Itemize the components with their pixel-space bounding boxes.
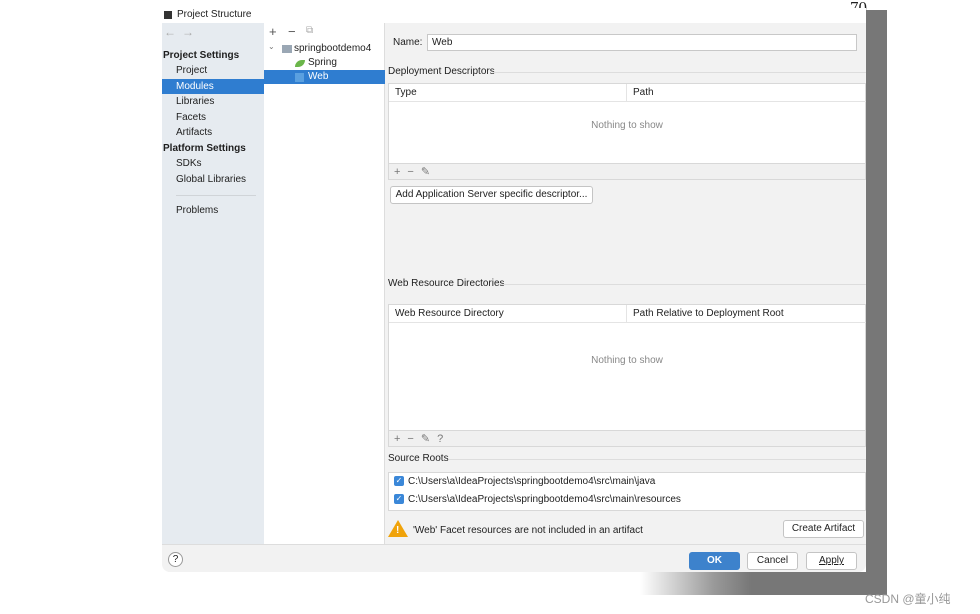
spring-leaf-icon [295, 60, 305, 67]
back-button[interactable]: ← [164, 25, 176, 39]
project-structure-dialog: Project Structure ← → Project Settings P… [162, 8, 866, 572]
web-icon [295, 73, 304, 82]
divider [493, 72, 866, 73]
web-resource-toolbar[interactable]: +−✎? [388, 431, 866, 447]
web-resource-directories-heading: Web Resource Directories [388, 278, 505, 289]
checkbox-checked-icon[interactable]: ✓ [394, 494, 404, 505]
help-button[interactable]: ? [168, 552, 183, 567]
module-tree: + − ⧉ ⌄ springbootdemo4 Spring Web [264, 23, 385, 544]
forward-button[interactable]: → [182, 25, 194, 39]
sidebar-item-problems[interactable]: Problems [176, 203, 264, 218]
sidebar-item-sdks[interactable]: SDKs [176, 156, 264, 171]
watermark: CSDN @童小纯 [865, 592, 951, 606]
source-root-item[interactable]: ✓ C:\Users\a\IdeaProjects\springbootdemo4… [394, 476, 655, 487]
facet-editor: Name: Web Deployment Descriptors Type Pa… [385, 23, 866, 544]
window-title: Project Structure [177, 9, 252, 20]
divider [501, 284, 866, 285]
sidebar-item-artifacts[interactable]: Artifacts [176, 125, 264, 140]
copy-icon[interactable]: ⧉ [306, 25, 313, 36]
deployment-descriptors-table: Type Path Nothing to show [388, 83, 866, 164]
ok-button[interactable]: OK [689, 552, 740, 570]
sidebar-item-global-libraries[interactable]: Global Libraries [176, 172, 264, 187]
divider [176, 195, 256, 196]
deployment-toolbar[interactable]: +−✎ [388, 164, 866, 180]
add-icon[interactable]: + [269, 24, 277, 39]
app-icon [164, 11, 172, 19]
name-label: Name: [393, 37, 423, 48]
name-input[interactable]: Web [427, 34, 857, 51]
platform-settings-heading: Platform Settings [163, 143, 246, 154]
column-path-relative[interactable]: Path Relative to Deployment Root [627, 305, 866, 323]
tree-item-label: Web [308, 71, 329, 82]
source-roots-list: ✓ C:\Users\a\IdeaProjects\springbootdemo4… [388, 472, 866, 511]
sidebar-item-modules[interactable]: Modules [162, 79, 264, 94]
tree-item-web[interactable]: Web [264, 70, 385, 84]
source-root-item[interactable]: ✓ C:\Users\a\IdeaProjects\springbootdemo4… [394, 494, 681, 505]
remove-icon[interactable]: − [288, 24, 296, 39]
title-bar: Project Structure [162, 8, 866, 23]
divider [449, 459, 866, 460]
sidebar: ← → Project Settings Project Modules Lib… [162, 23, 264, 544]
apply-button[interactable]: Apply [806, 552, 857, 570]
cancel-button[interactable]: Cancel [747, 552, 798, 570]
shadow [640, 572, 887, 595]
sidebar-item-project[interactable]: Project [176, 63, 264, 78]
web-resource-table: Web Resource Directory Path Relative to … [388, 304, 866, 431]
tree-item-springbootdemo4[interactable]: springbootdemo4 [294, 43, 371, 54]
chevron-down-icon[interactable]: ⌄ [268, 42, 275, 51]
source-root-path: C:\Users\a\IdeaProjects\springbootdemo4\… [408, 494, 681, 505]
checkbox-checked-icon[interactable]: ✓ [394, 476, 404, 487]
column-type[interactable]: Type [389, 84, 627, 102]
sidebar-item-libraries[interactable]: Libraries [176, 94, 264, 109]
add-descriptor-button[interactable]: Add Application Server specific descript… [390, 186, 593, 204]
tree-item-spring[interactable]: Spring [308, 57, 337, 68]
warning-icon-mark: ! [396, 525, 400, 536]
column-path[interactable]: Path [627, 84, 866, 102]
deployment-descriptors-heading: Deployment Descriptors [388, 66, 495, 77]
warning-text: 'Web' Facet resources are not included i… [413, 525, 643, 536]
folder-icon [282, 45, 292, 53]
column-web-resource-directory[interactable]: Web Resource Directory [389, 305, 627, 323]
source-root-path: C:\Users\a\IdeaProjects\springbootdemo4\… [408, 476, 656, 487]
dialog-footer: ? OK Cancel Apply [162, 544, 866, 572]
sidebar-item-facets[interactable]: Facets [176, 110, 264, 125]
source-roots-heading: Source Roots [388, 453, 449, 464]
shadow [866, 10, 887, 595]
create-artifact-button[interactable]: Create Artifact [783, 520, 864, 538]
empty-text: Nothing to show [591, 355, 663, 366]
project-settings-heading: Project Settings [163, 50, 240, 61]
empty-text: Nothing to show [591, 120, 663, 131]
